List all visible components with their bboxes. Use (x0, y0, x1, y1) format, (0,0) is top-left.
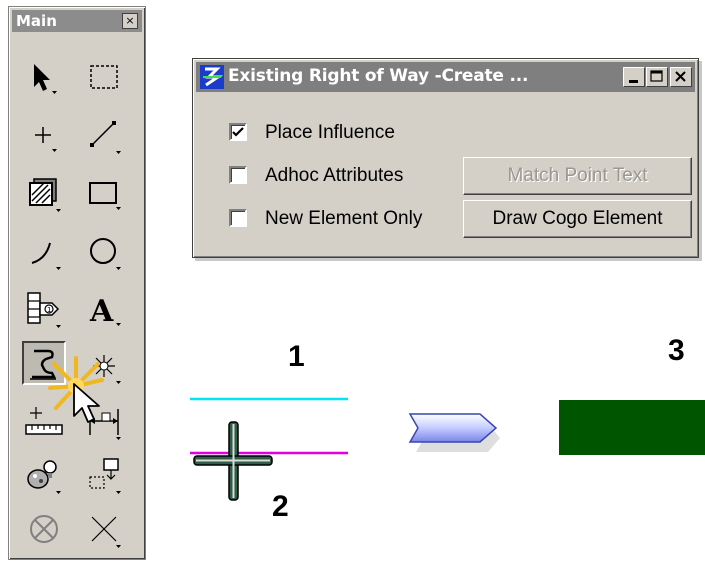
main-tool-palette: Main × 1 A (8, 6, 146, 560)
fence-tool-button[interactable] (82, 55, 126, 99)
minimize-button[interactable] (623, 67, 645, 87)
place-influence-label: Place Influence (265, 122, 395, 143)
new-element-only-label: New Element Only (265, 208, 423, 229)
mouse-pointer-icon (73, 383, 100, 423)
step-1-label: 1 (288, 340, 305, 373)
palette-title: Main (16, 12, 57, 30)
cross-icon (91, 516, 121, 548)
close-icon (675, 71, 686, 82)
cross-tool-button[interactable] (82, 507, 126, 551)
hatch-icon (29, 178, 61, 212)
copy-tool-button[interactable] (82, 453, 126, 497)
cell-tool-button[interactable]: 1 (22, 287, 66, 331)
input-lines-diagram (190, 397, 348, 501)
app-logo-icon (200, 65, 224, 89)
fence-icon (90, 65, 118, 89)
draw-cogo-element-button[interactable]: Draw Cogo Element (463, 200, 692, 238)
palette-bulb-tool-button[interactable] (22, 453, 66, 497)
point-icon (35, 127, 57, 152)
step-3-label: 3 (668, 334, 685, 367)
palette-title-bar[interactable]: Main × (12, 10, 142, 32)
new-element-only-checkbox[interactable] (229, 209, 247, 227)
point-tool-button[interactable] (22, 113, 66, 157)
text-tool-button[interactable]: A (82, 287, 126, 331)
minimize-icon (629, 80, 638, 83)
place-influence-checkbox[interactable] (229, 123, 247, 141)
svg-text:1: 1 (47, 306, 51, 314)
line-icon (90, 121, 121, 154)
maximize-icon (650, 70, 663, 82)
svg-text:A: A (89, 294, 114, 329)
maximize-button[interactable] (646, 67, 668, 87)
adhoc-attributes-checkbox[interactable] (229, 166, 247, 184)
arc-tool-button[interactable] (22, 229, 66, 273)
circle-icon (90, 238, 121, 270)
checkmark-icon (232, 127, 244, 137)
dialog-title-bar[interactable]: Existing Right of Way -Create ... (196, 62, 695, 92)
existing-right-of-way-dialog: Existing Right of Way -Create ... Place … (192, 58, 699, 258)
copy-icon (89, 458, 121, 494)
text-icon: A (89, 294, 121, 329)
result-element-rectangle (559, 400, 705, 455)
select-arrow-icon (34, 64, 57, 94)
delete-tool-button[interactable] (22, 507, 66, 551)
match-point-text-button[interactable]: Match Point Text (463, 157, 692, 195)
rectangle-icon (89, 182, 121, 210)
hatch-tool-button[interactable] (22, 171, 66, 215)
palette-bulb-icon (27, 460, 61, 494)
adhoc-attributes-label: Adhoc Attributes (265, 165, 404, 186)
arc-icon (31, 242, 61, 270)
close-button[interactable] (670, 67, 692, 87)
select-tool-button[interactable] (22, 55, 66, 99)
process-arrow-icon (408, 413, 500, 452)
delete-icon (30, 515, 58, 543)
line-tool-button[interactable] (82, 113, 126, 157)
circle-tool-button[interactable] (82, 229, 126, 273)
crosshair-cursor-icon (193, 421, 273, 501)
cell-icon: 1 (27, 292, 61, 328)
dialog-title: Existing Right of Way -Create ... (228, 66, 529, 86)
rectangle-tool-button[interactable] (82, 171, 126, 215)
palette-close-button[interactable]: × (122, 13, 138, 29)
